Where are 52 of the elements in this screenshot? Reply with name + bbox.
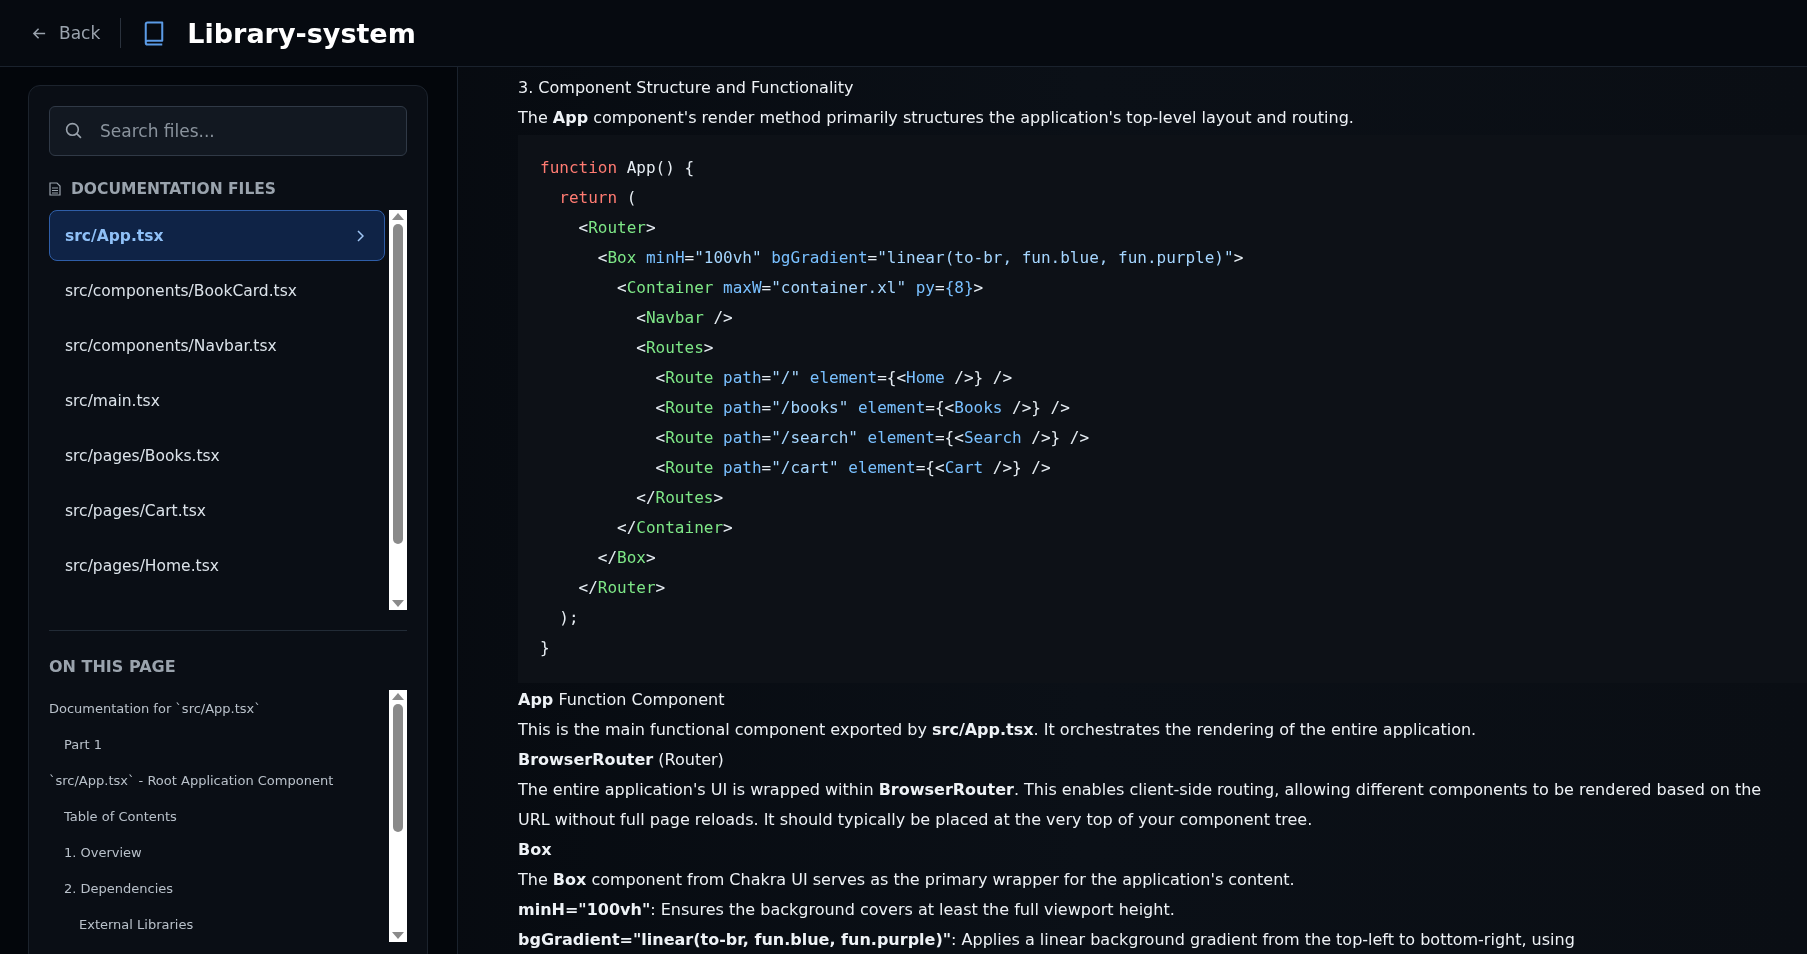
toc-link[interactable]: Documentation for `src/App.tsx` bbox=[49, 690, 385, 726]
paragraph: This is the main functional component exported by src/App.tsx. It orchestrates the rendering of the entire application. bbox=[518, 719, 1478, 741]
code-line: return ( bbox=[558, 187, 638, 209]
toc-link[interactable]: External Libraries bbox=[49, 906, 385, 942]
search-field[interactable]: Search files... bbox=[49, 106, 407, 156]
file-item[interactable]: src/main.tsx bbox=[49, 375, 385, 426]
code-line: <Navbar /> bbox=[635, 307, 734, 329]
toc-link[interactable]: 2. Dependencies bbox=[49, 870, 385, 906]
file-item[interactable]: src/pages/Home.tsx bbox=[49, 540, 385, 591]
book-icon bbox=[143, 19, 166, 47]
paragraph: bgGradient="linear(to-br, fun.blue, fun.purple)": Applies a linear background gradient from the top-left to bottom-right, using bbox=[518, 929, 1576, 951]
code-line: <Router> bbox=[577, 217, 657, 239]
code-line: <Container maxW="container.xl" py={8}> bbox=[616, 277, 985, 299]
section-heading: 3. Component Structure and Functionality bbox=[518, 77, 855, 99]
file-item[interactable]: src/components/BookCard.tsx bbox=[49, 265, 385, 316]
search-icon bbox=[65, 122, 82, 139]
section-heading: App Function Component bbox=[518, 689, 726, 711]
paragraph: The App component's render method primarily structures the application's top-level layout and routing. bbox=[518, 107, 1355, 129]
file-item[interactable]: src/App.tsx bbox=[49, 210, 385, 261]
file-item[interactable]: src/pages/Cart.tsx bbox=[49, 485, 385, 536]
code-line: <Routes> bbox=[635, 337, 715, 359]
chevron-right-icon bbox=[356, 229, 364, 242]
toc-link[interactable]: Part 1 bbox=[49, 726, 385, 762]
section-heading: ON THIS PAGE bbox=[49, 657, 177, 676]
toc-link[interactable]: Table of Contents bbox=[49, 798, 385, 834]
code-line: <Route path="/search" element={<Search />} /> bbox=[654, 427, 1091, 449]
code-line: </Container> bbox=[616, 517, 734, 539]
code-line: <Box minH="100vh" bgGradient="linear(to-br, fun.blue, fun.purple)"> bbox=[596, 247, 1245, 269]
document-icon bbox=[49, 182, 61, 196]
code-line: </Router> bbox=[577, 577, 667, 599]
scrollbar[interactable] bbox=[389, 210, 407, 610]
toc-link[interactable]: `src/App.tsx` - Root Application Component bbox=[49, 762, 385, 798]
code-line: ); bbox=[558, 607, 580, 629]
code-line: } bbox=[540, 637, 551, 659]
app-title: Library-system bbox=[187, 17, 416, 49]
code-line: function App() { bbox=[540, 157, 696, 179]
code-line: <Route path="/cart" element={<Cart />} /> bbox=[654, 457, 1052, 479]
code-line: <Route path="/books" element={<Books />} /> bbox=[654, 397, 1071, 419]
scrollbar[interactable] bbox=[389, 690, 407, 942]
section-heading: BrowserRouter (Router) bbox=[518, 749, 725, 771]
code-line: </Box> bbox=[596, 547, 657, 569]
back-button[interactable]: Back bbox=[28, 19, 105, 47]
file-item[interactable]: src/components/Navbar.tsx bbox=[49, 320, 385, 371]
section-heading: Box bbox=[518, 839, 553, 861]
paragraph: minH="100vh": Ensures the background covers at least the full viewport height. bbox=[518, 899, 1176, 921]
code-line: <Route path="/" element={<Home />} /> bbox=[654, 367, 1014, 389]
paragraph: The entire application's UI is wrapped within BrowserRouter. This enables client-side routing, allowing different components to be rendered based on the URL without full page reloads. It should typically be placed at the very top of your component tree. bbox=[518, 779, 1763, 831]
section-heading: DOCUMENTATION FILES bbox=[71, 180, 277, 198]
code-line: </Routes> bbox=[635, 487, 725, 509]
file-item[interactable]: src/pages/Books.tsx bbox=[49, 430, 385, 481]
paragraph: The Box component from Chakra UI serves as the primary wrapper for the application's content. bbox=[518, 869, 1296, 891]
toc-link[interactable]: 1. Overview bbox=[49, 834, 385, 870]
